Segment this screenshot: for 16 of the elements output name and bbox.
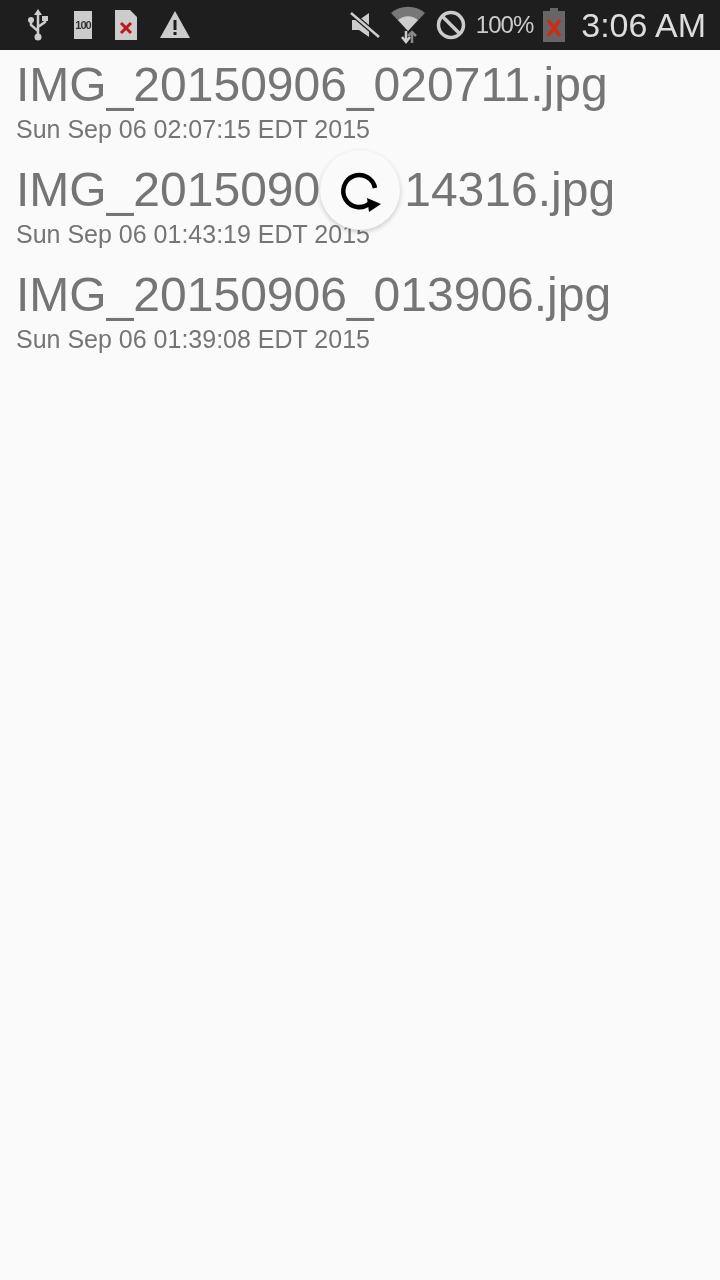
wifi-icon <box>389 5 426 45</box>
sd-card-error-icon <box>115 10 137 40</box>
warning-icon <box>160 11 190 39</box>
mute-icon <box>349 12 380 38</box>
battery-icon: 100 <box>74 11 92 39</box>
file-name[interactable]: 14316.jpg <box>404 161 616 219</box>
file-name[interactable]: IMG_20150906_020711.jpg <box>16 56 608 114</box>
usb-icon <box>27 9 49 41</box>
file-name[interactable]: IMG_20150906_013906.jpg <box>16 266 612 324</box>
battery-percent: 100% <box>475 11 534 39</box>
file-date: Sun Sep 06 02:07:15 EDT 2015 <box>16 114 371 144</box>
battery-error-icon <box>543 8 566 42</box>
file-name[interactable]: IMG_2015090 <box>16 161 321 219</box>
clock: 3:06 AM <box>581 5 706 45</box>
blocked-icon <box>435 10 466 40</box>
file-date: Sun Sep 06 01:39:08 EDT 2015 <box>16 324 371 354</box>
